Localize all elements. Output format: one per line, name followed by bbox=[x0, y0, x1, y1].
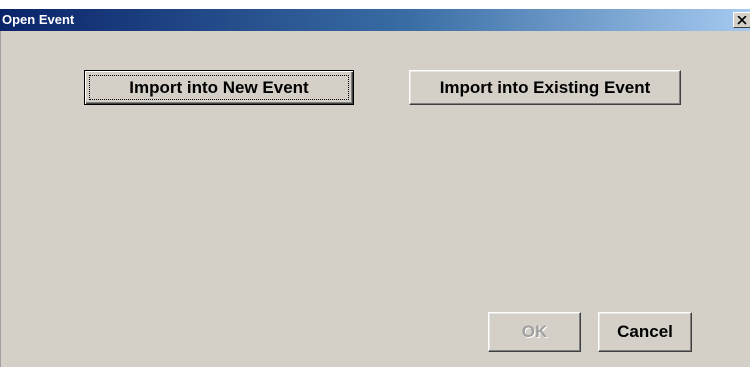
dialog-left-border bbox=[0, 31, 1, 367]
cancel-label: Cancel bbox=[617, 322, 673, 341]
close-icon bbox=[737, 15, 747, 25]
ok-label: OK bbox=[521, 322, 548, 341]
title-bar[interactable]: Open Event bbox=[0, 9, 750, 31]
import-into-new-event-button[interactable]: Import into New Event bbox=[84, 70, 354, 105]
ok-button[interactable]: OK bbox=[488, 312, 581, 352]
import-into-new-event-label: Import into New Event bbox=[129, 77, 309, 97]
cancel-button[interactable]: Cancel bbox=[598, 312, 692, 352]
close-button[interactable] bbox=[733, 12, 750, 28]
import-into-existing-event-button[interactable]: Import into Existing Event bbox=[409, 70, 681, 105]
screen-background bbox=[0, 0, 750, 9]
import-into-existing-event-label: Import into Existing Event bbox=[439, 77, 651, 97]
window-title: Open Event bbox=[2, 12, 75, 27]
